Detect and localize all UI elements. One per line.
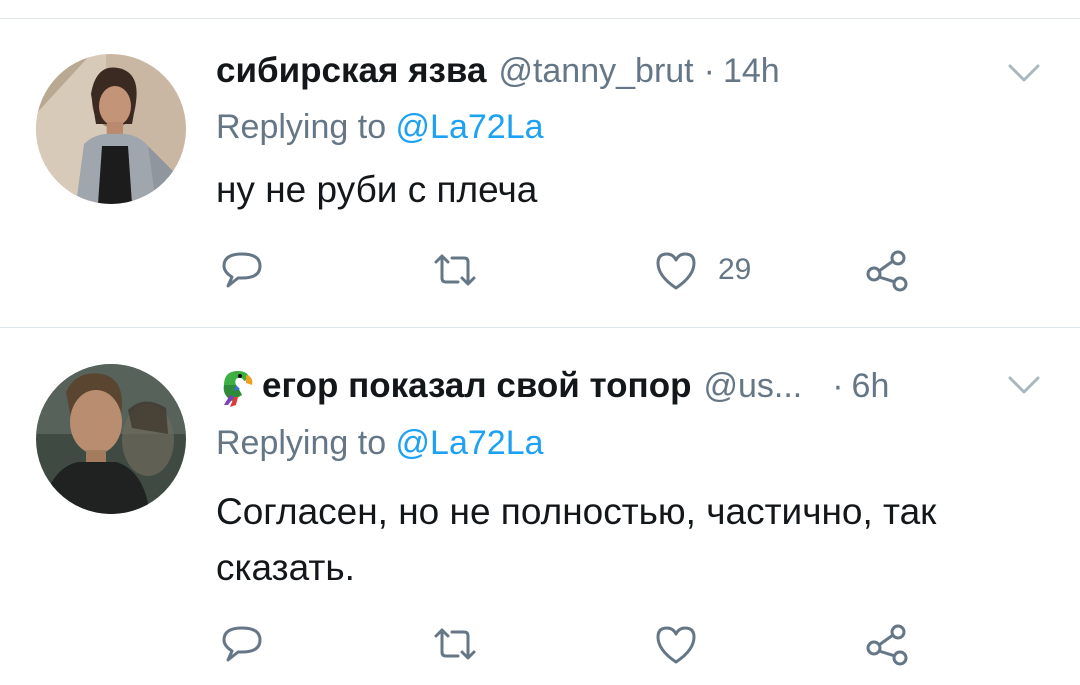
chevron-down-icon[interactable] — [1004, 370, 1044, 400]
user-handle[interactable]: @tanny_brut — [498, 52, 693, 91]
share-button[interactable] — [862, 246, 912, 294]
reply-icon — [222, 252, 262, 288]
retweet-icon — [434, 628, 476, 660]
mention-link[interactable]: @La72La — [396, 424, 544, 462]
mention-link[interactable]: @La72La — [396, 108, 544, 146]
display-name[interactable]: сибирская язва — [216, 51, 486, 91]
timestamp[interactable]: 6h — [852, 367, 890, 406]
retweet-icon — [434, 254, 476, 286]
replying-to: Replying to @La72La — [216, 108, 544, 147]
avatar[interactable] — [36, 364, 186, 514]
share-button[interactable] — [862, 620, 912, 668]
tweet-text: ну не руби с плеча — [216, 169, 538, 210]
like-icon — [656, 252, 696, 290]
replying-prefix: Replying to — [216, 424, 396, 462]
retweet-button[interactable] — [428, 620, 482, 668]
share-icon — [866, 624, 908, 666]
share-icon — [866, 250, 908, 292]
separator-dot: · — [832, 366, 844, 405]
like-button[interactable]: 29 — [652, 246, 751, 294]
separator-dot: · — [703, 51, 715, 90]
top-divider — [0, 18, 1080, 19]
display-name[interactable]: егор показал свой топор — [262, 366, 691, 406]
tweet-header: егор показал свой топор @us... · 6h — [216, 362, 889, 410]
replying-prefix: Replying to — [216, 108, 396, 146]
tweet-divider — [0, 327, 1080, 328]
like-count: 29 — [718, 253, 752, 286]
like-icon — [656, 626, 696, 664]
replying-to: Replying to @La72La — [216, 424, 544, 463]
tweet-actions — [0, 620, 1080, 670]
reply-button[interactable] — [218, 620, 266, 668]
tweet-text: Согласен, но не полностью, частично, так… — [216, 491, 937, 588]
chevron-down-icon[interactable] — [1004, 58, 1044, 88]
reply-button[interactable] — [218, 246, 266, 294]
avatar[interactable] — [36, 54, 186, 204]
like-button[interactable] — [652, 620, 700, 668]
timestamp[interactable]: 14h — [723, 52, 780, 91]
retweet-button[interactable] — [428, 246, 482, 294]
reply-icon — [222, 626, 262, 662]
tweet-actions: 29 — [0, 246, 1080, 296]
parrot-icon — [223, 371, 253, 407]
tweet-header: сибирская язва @tanny_brut · 14h — [216, 47, 780, 95]
user-handle[interactable]: @us... — [703, 367, 802, 406]
